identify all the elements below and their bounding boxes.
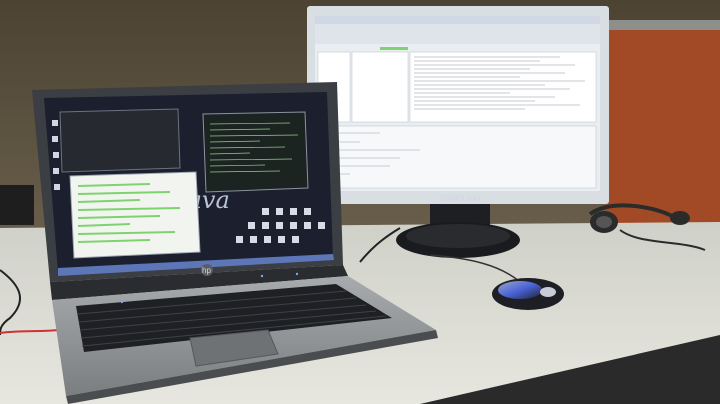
photo-scene: SAMSUNG Java hp bbox=[0, 0, 720, 404]
monitor-titlebar bbox=[315, 16, 600, 24]
headset-earcup-right bbox=[670, 211, 690, 225]
monitor-toolbar bbox=[315, 24, 600, 44]
status-light bbox=[260, 274, 264, 278]
status-light bbox=[120, 300, 124, 304]
laptop-brand-label: hp bbox=[202, 266, 211, 275]
monitor-mid-pane bbox=[351, 51, 409, 123]
monitor-console bbox=[317, 125, 597, 189]
laptop-window-topleft bbox=[59, 108, 181, 173]
toolbar-progress bbox=[380, 47, 408, 50]
status-light bbox=[295, 272, 299, 276]
monitor-brand-label: SAMSUNG bbox=[440, 194, 480, 203]
mouse-accent bbox=[498, 281, 542, 299]
left-device bbox=[0, 185, 34, 225]
monitor-base-top bbox=[406, 224, 510, 248]
orange-partition bbox=[606, 28, 720, 250]
headset-earcup-pad bbox=[596, 216, 612, 228]
mouse-highlight bbox=[540, 287, 556, 297]
partition-frame bbox=[604, 20, 720, 30]
monitor-code-pane bbox=[409, 51, 597, 123]
